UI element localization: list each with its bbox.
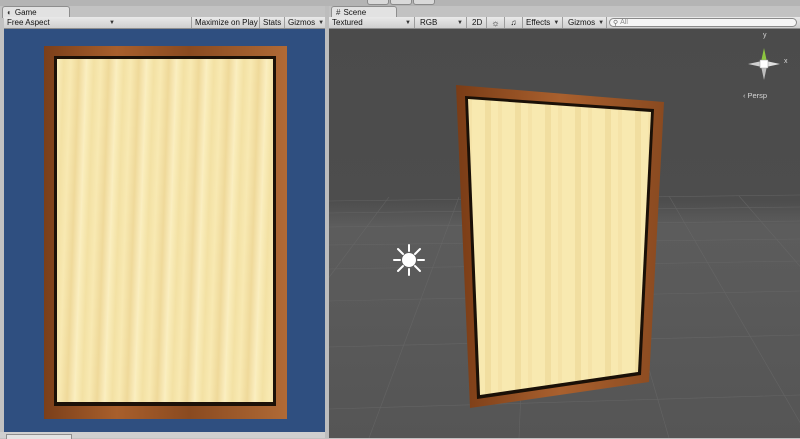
gizmo-x-label: x [784,58,788,65]
audio-toggle-icon: ♫ [510,18,517,27]
lighting-toggle[interactable]: ☼ [487,17,505,28]
gizmo-y-label: y [763,32,767,39]
stats-toggle[interactable]: Stats [259,17,284,28]
scene-toolbar: Textured ▼ RGB ▼ 2D ☼ ♫ Effects ▼ Gizmos… [329,17,800,29]
play-button[interactable] [367,0,389,5]
game-viewport[interactable] [4,29,325,432]
game-door-frame [44,46,287,419]
chevron-down-icon: ▼ [553,19,560,26]
render-mode-label: RGB [420,18,438,27]
game-door-panel [57,59,273,402]
chevron-down-icon: ▼ [405,19,411,26]
scene-tab-icon: # [336,8,341,17]
maximize-label: Maximize on Play [195,18,258,27]
aspect-dropdown[interactable]: Free Aspect ▼ [4,17,118,28]
scene-viewport[interactable]: y x ‹ Persp [329,29,800,438]
game-gizmos-dropdown[interactable]: Gizmos ▼ [284,17,325,28]
scene-search-input[interactable]: ⚲ All [609,18,797,27]
mode-2d-toggle[interactable]: 2D [469,17,487,28]
game-tab-label: Game [14,8,37,17]
chevron-down-icon: ▼ [109,19,115,26]
effects-label: Effects [526,18,551,27]
mode-2d-label: 2D [472,18,483,27]
game-door-inset [54,56,276,406]
audio-toggle[interactable]: ♫ [505,17,523,28]
pause-button[interactable] [390,0,412,5]
directional-light-icon [393,244,425,276]
bottom-tab[interactable] [6,434,72,439]
game-tab-icon: ◐ [7,8,12,17]
render-mode-dropdown[interactable]: RGB ▼ [417,17,467,28]
scene-canvas [329,48,800,438]
aspect-label: Free Aspect [7,18,50,27]
maximize-on-play-toggle[interactable]: Maximize on Play [191,17,259,28]
scene-gizmos-label: Gizmos [568,18,596,27]
chevron-down-icon: ▼ [598,19,605,26]
persp-label: Persp [747,91,768,100]
projection-toggle[interactable]: ‹ Persp [743,91,767,100]
game-toolbar: Free Aspect ▼ Maximize on Play Stats Giz… [4,17,325,29]
effects-dropdown[interactable]: Effects ▼ [523,17,563,28]
scene-tab-label: Scene [343,8,367,17]
chevron-down-icon: ▼ [318,19,325,26]
search-placeholder: All [620,19,628,26]
stats-label: Stats [263,18,282,27]
shading-label: Textured [332,18,363,27]
scene-gizmo-icon [748,48,780,80]
chevron-left-icon: ‹ [743,91,746,100]
scene-gizmos-dropdown[interactable]: Gizmos ▼ [565,17,607,28]
shading-mode-dropdown[interactable]: Textured ▼ [329,17,415,28]
search-icon: ⚲ [613,19,619,27]
step-button[interactable] [413,0,435,5]
chevron-down-icon: ▼ [457,19,463,26]
scene-door-panel [468,99,651,395]
sun-toggle-icon: ☼ [491,17,500,28]
game-gizmos-label: Gizmos [288,18,316,27]
